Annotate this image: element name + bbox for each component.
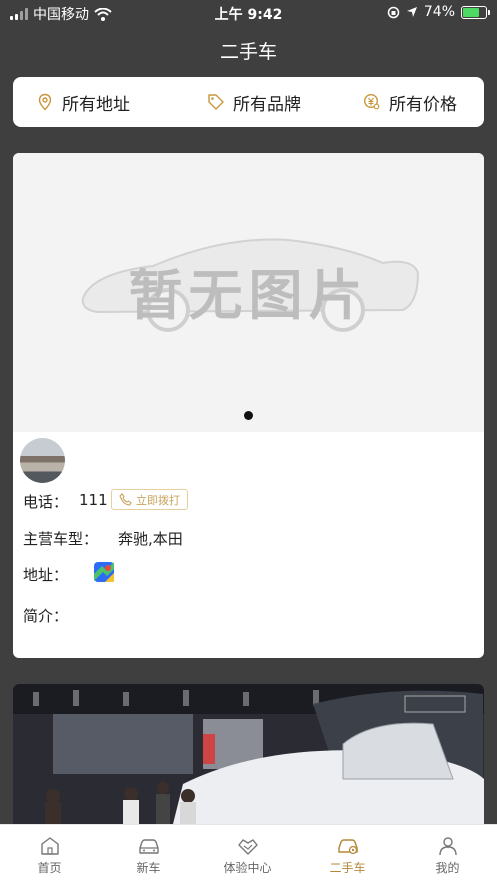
map-navigation-icon[interactable] xyxy=(93,561,115,583)
price-search-icon xyxy=(363,93,380,110)
phone-value[interactable]: 111 xyxy=(79,491,108,509)
filter-brand[interactable]: 所有品牌 xyxy=(207,77,301,127)
tab-bar: 首页 新车 体验中心 二手车 我的 xyxy=(0,824,497,883)
tab-used-car-label: 二手车 xyxy=(329,861,366,875)
intro-label: 简介： xyxy=(23,607,69,625)
image-carousel[interactable]: 暂无图片 xyxy=(13,153,484,432)
tab-profile[interactable]: 我的 xyxy=(398,825,497,883)
handshake-icon xyxy=(237,839,258,855)
phone-label: 电话： xyxy=(23,493,69,511)
address-label: 地址： xyxy=(23,566,69,584)
car-show-photo xyxy=(13,684,484,824)
call-now-label: 立即拨打 xyxy=(136,493,180,507)
filter-address[interactable]: 所有地址 xyxy=(36,77,130,127)
tab-new-car[interactable]: 新车 xyxy=(99,825,198,883)
filter-bar: 所有地址 所有品牌 所有价格 xyxy=(13,77,484,127)
no-image-text: 暂无图片 xyxy=(128,264,369,327)
carousel-dot[interactable] xyxy=(244,411,253,420)
dealer-card[interactable]: 暂无图片 电话： 111 立即拨打 主营车型： 奔驰,本田 地址： 简介： xyxy=(13,153,484,658)
tag-icon xyxy=(208,94,224,110)
tab-new-car-label: 新车 xyxy=(136,861,161,875)
page-title: 二手车 xyxy=(219,41,277,63)
status-right: 74% xyxy=(387,4,490,20)
location-arrow-icon xyxy=(406,7,417,17)
filter-price[interactable]: 所有价格 xyxy=(363,77,457,127)
phone-icon xyxy=(119,493,132,506)
battery-fill xyxy=(463,7,480,17)
tab-experience-center[interactable]: 体验中心 xyxy=(198,825,297,883)
tab-used-car[interactable]: 二手车 xyxy=(298,825,397,883)
orientation-lock-icon xyxy=(387,6,400,18)
status-bar: 中国移动 上午 9:42 74% xyxy=(0,0,497,26)
battery-icon xyxy=(461,5,490,19)
filter-brand-label: 所有品牌 xyxy=(233,94,301,115)
tab-experience-center-label: 体验中心 xyxy=(223,861,272,875)
tab-home[interactable]: 首页 xyxy=(0,825,99,883)
car-icon xyxy=(138,839,159,854)
models-value: 奔驰,本田 xyxy=(118,530,183,548)
used-car-icon xyxy=(337,839,358,855)
user-icon xyxy=(438,837,457,856)
filter-address-label: 所有地址 xyxy=(62,94,130,115)
filter-price-label: 所有价格 xyxy=(389,94,457,115)
home-icon xyxy=(40,837,59,855)
tab-profile-label: 我的 xyxy=(435,861,460,875)
call-now-button[interactable]: 立即拨打 xyxy=(111,489,188,510)
dealer-avatar xyxy=(20,438,65,483)
tab-home-label: 首页 xyxy=(37,861,62,875)
location-pin-icon xyxy=(38,93,52,111)
battery-percent: 74% xyxy=(423,4,455,20)
models-label: 主营车型： xyxy=(23,530,99,548)
dealer-card-photo[interactable] xyxy=(13,684,484,824)
